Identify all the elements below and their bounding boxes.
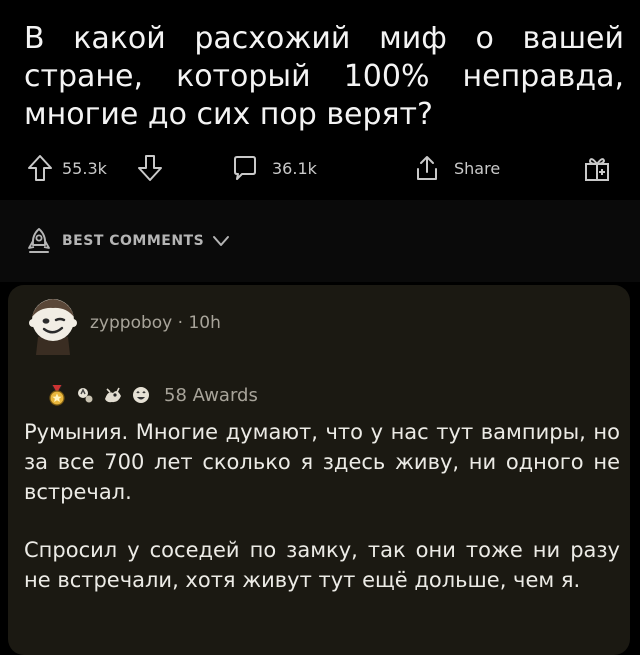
rocket-icon [28, 228, 50, 253]
awards-count: 58 Awards [164, 384, 258, 406]
share-label: Share [454, 158, 501, 178]
vote-count: 55.3k [62, 158, 107, 178]
share-button[interactable]: Share [412, 148, 500, 188]
comment-count: 36.1k [272, 158, 317, 178]
laughing-award-icon [133, 387, 149, 403]
share-icon [417, 156, 437, 180]
comment-card: zyppoboy · 10h 58 Awards Румыния. Многие… [8, 285, 630, 655]
comment-author[interactable]: zyppoboy [90, 313, 172, 333]
avatar[interactable] [22, 293, 84, 355]
downvote-icon [138, 155, 162, 181]
award-button[interactable] [582, 148, 612, 188]
comment-age: 10h [188, 313, 221, 333]
upvote-button[interactable] [26, 148, 54, 188]
post-title: В какой расхожий миф о вашей стране, кот… [24, 21, 624, 132]
chevron-down-icon [213, 236, 230, 246]
wholesome-award-icon [105, 387, 121, 403]
post-action-bar: 55.3k 36.1k Share [26, 148, 622, 188]
gold-medal-icon [49, 384, 65, 406]
upvote-icon [28, 155, 52, 181]
sort-label: BEST COMMENTS [62, 233, 205, 249]
comment-meta: zyppoboy · 10h [90, 313, 221, 333]
comment-paragraph: Румыния. Многие думают, что у нас тут ва… [24, 420, 620, 504]
helpful-award-icon [78, 388, 93, 403]
sort-comments-dropdown[interactable]: BEST COMMENTS [26, 224, 230, 258]
meta-separator: · [177, 313, 184, 333]
comments-button[interactable]: 36.1k [230, 148, 317, 188]
gift-award-icon [585, 158, 609, 181]
comment-paragraph: Спросил у соседей по замку, так они тоже… [24, 538, 620, 592]
downvote-button[interactable] [136, 148, 164, 188]
awards-row[interactable]: 58 Awards [46, 379, 258, 411]
comment-icon [234, 156, 256, 180]
comment-body: Румыния. Многие думают, что у нас тут ва… [24, 417, 620, 623]
